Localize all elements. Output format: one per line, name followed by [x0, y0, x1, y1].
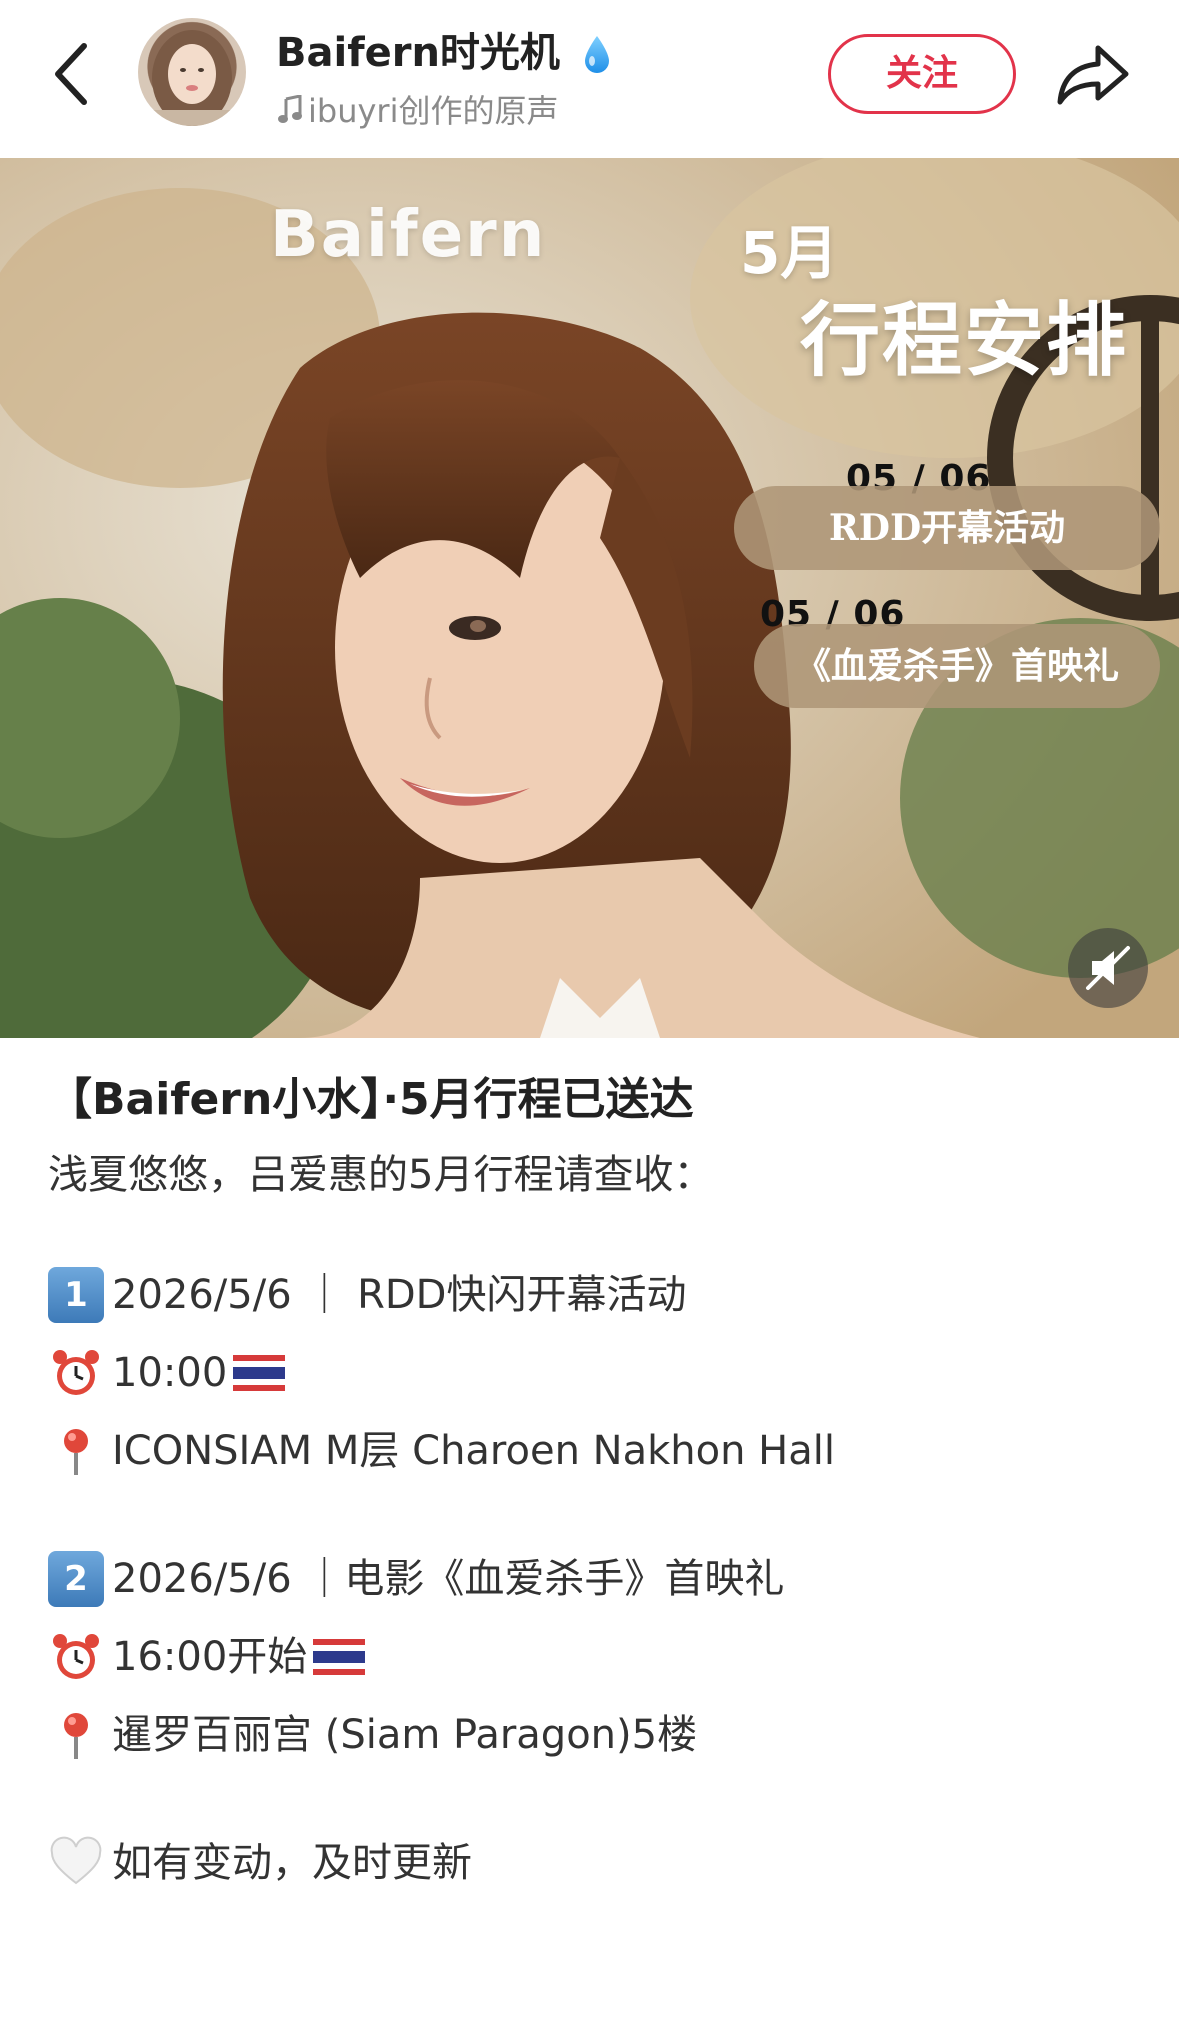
post-title: 【Baifern小水】·5月行程已送达 [48, 1074, 694, 1125]
back-icon [55, 43, 87, 105]
schedule-item-2-place: 暹罗百丽宫 (Siam Paragon)5楼 [112, 1712, 698, 1758]
keycap-icon: 1 [48, 1267, 104, 1323]
avatar-image [148, 30, 236, 126]
thailand-flag-icon [313, 1639, 366, 1675]
mute-button[interactable] [1068, 928, 1148, 1008]
alarm-clock-icon [53, 1634, 99, 1679]
cover-image[interactable]: Baifern 5月 行程安排 05 / 06 RDD开幕活动 05 / 06 … [0, 158, 1179, 1038]
schedule-item-1-place-row: ICONSIAM M层 Charoen Nakhon Hall [48, 1412, 1138, 1490]
thailand-flag-icon [233, 1355, 286, 1391]
schedule-item-1-line: 2026/5/6 ｜ RDD快闪开幕活动 [112, 1272, 687, 1318]
music-note-icon [278, 95, 302, 123]
schedule-item-2-line: 2026/5/6 ｜电影《血爱杀手》首映礼 [112, 1556, 785, 1602]
pin-icon [64, 1713, 88, 1759]
white-heart-icon [50, 1836, 102, 1885]
schedule-item-2: 2 2026/5/6 ｜电影《血爱杀手》首映礼 16:00开始 暹罗百丽宫 (S… [48, 1540, 1138, 1774]
event-pill-2: 《血爱杀手》首映礼 [754, 624, 1160, 708]
alarm-clock-icon [53, 1350, 99, 1395]
schedule-item-2-time-row: 16:00开始 [48, 1618, 1138, 1696]
closing-row: 如有变动，及时更新 [48, 1824, 1138, 1902]
cover-brand: Baifern [270, 198, 547, 272]
schedule-item-1-place: ICONSIAM M层 Charoen Nakhon Hall [112, 1428, 835, 1474]
schedule-item-1-time-row: 10:00 [48, 1334, 1138, 1412]
post-content: 【Baifern小水】·5月行程已送达 浅夏悠悠，吕爱惠的5月行程请查收： 1 … [48, 1070, 1138, 1902]
schedule-item-1: 1 2026/5/6 ｜ RDD快闪开幕活动 10:00 ICONSIAM M层… [48, 1256, 1138, 1490]
cover-title: 行程安排 [800, 293, 1128, 387]
avatar[interactable] [138, 18, 246, 126]
header-bar: Baifern时光机 ibuyri创作的原声 关注 [0, 0, 1179, 158]
share-button[interactable] [1054, 36, 1134, 112]
schedule-item-2-time: 16:00开始 [112, 1634, 308, 1680]
verified-droplet-icon [584, 36, 609, 73]
closing-text: 如有变动，及时更新 [112, 1840, 472, 1886]
schedule-item-1-headline: 1 2026/5/6 ｜ RDD快闪开幕活动 [48, 1256, 1138, 1334]
pin-icon [64, 1429, 88, 1475]
music-source[interactable]: ibuyri创作的原声 [278, 86, 558, 132]
schedule-item-2-headline: 2 2026/5/6 ｜电影《血爱杀手》首映礼 [48, 1540, 1138, 1618]
post-intro: 浅夏悠悠，吕爱惠的5月行程请查收： [48, 1152, 714, 1198]
schedule-item-1-time: 10:00 [112, 1350, 228, 1396]
schedule-item-2-place-row: 暹罗百丽宫 (Siam Paragon)5楼 [48, 1696, 1138, 1774]
back-button[interactable] [44, 36, 100, 112]
share-icon [1057, 45, 1129, 105]
author-name-text: Baifern时光机 [276, 30, 560, 76]
author-name[interactable]: Baifern时光机 [276, 20, 612, 78]
keycap-icon: 2 [48, 1551, 104, 1607]
follow-button[interactable]: 关注 [828, 34, 1016, 114]
music-source-text: ibuyri创作的原声 [308, 92, 559, 130]
mute-icon [1086, 946, 1130, 990]
event-pill-1: RDD开幕活动 [734, 486, 1160, 570]
